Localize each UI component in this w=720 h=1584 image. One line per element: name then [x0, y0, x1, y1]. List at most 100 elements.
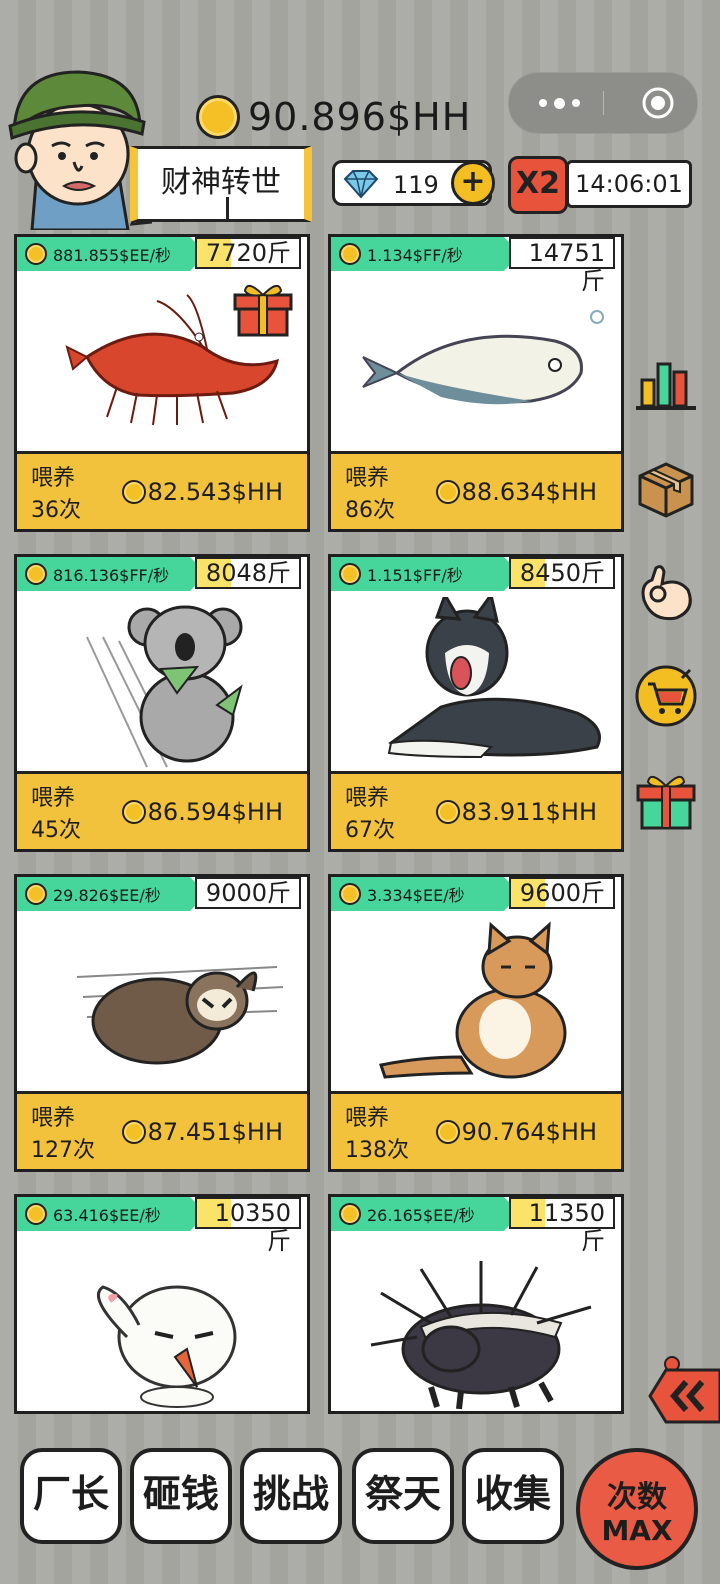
coin-icon: [339, 563, 361, 585]
coin-icon: [121, 800, 146, 824]
feed-label: 喂养: [31, 786, 76, 811]
feed-price: 88.634$HH: [435, 478, 597, 506]
diamond-icon: [343, 170, 379, 199]
max-count-label: 次数: [607, 1480, 667, 1515]
gem-counter: 119 +: [332, 160, 495, 206]
coin-icon: [435, 1120, 460, 1144]
player-title[interactable]: 财神转世: [130, 146, 312, 222]
more-menu-button[interactable]: [539, 91, 589, 115]
feed-price-value: 86.594$HH: [147, 798, 283, 826]
nav-factory-button[interactable]: 厂长: [20, 1448, 122, 1544]
double-multiplier-badge[interactable]: X2: [508, 156, 568, 214]
cart-icon[interactable]: [634, 664, 698, 728]
feed-count: 45次: [31, 818, 81, 843]
coin-icon: [25, 563, 47, 585]
income-rate: 816.136$FF/秒: [53, 566, 170, 585]
coin-balance: 90.896$HH: [196, 92, 471, 142]
coin-balance-value: 90.896$HH: [248, 95, 472, 139]
income-rate-tag: 26.165$EE/秒: [331, 1197, 521, 1231]
weight-label: 8450斤: [509, 557, 615, 589]
feed-price: 90.764$HH: [435, 1118, 597, 1146]
max-count-value: MAX: [601, 1514, 673, 1547]
income-rate: 63.416$EE/秒: [53, 1206, 161, 1225]
feed-price-value: 87.451$HH: [147, 1118, 283, 1146]
animal-card-sloth[interactable]: 29.826$EE/秒 9000斤 喂养 127次 87.451$HH: [14, 874, 310, 1172]
box-icon[interactable]: [634, 456, 698, 520]
player-title-text: 财神转世: [161, 165, 281, 200]
multiplier-timer: 14:06:01: [566, 160, 692, 208]
gem-count: 119: [393, 171, 439, 199]
income-rate: 881.855$EE/秒: [53, 246, 171, 265]
husky-illustration: [387, 597, 601, 759]
feed-label: 喂养: [31, 1106, 76, 1131]
nav-smash-money-button[interactable]: 砸钱: [130, 1448, 232, 1544]
chart-icon[interactable]: [634, 350, 698, 414]
add-gems-button[interactable]: +: [451, 161, 495, 205]
nav-collect-button[interactable]: 收集: [462, 1448, 564, 1544]
animal-card-fish[interactable]: 1.134$FF/秒 14751斤 喂养 86次 88.634$HH: [328, 234, 624, 532]
honey-badger-illustration: [370, 1261, 592, 1409]
fish-illustration: [362, 310, 604, 405]
ok-hand-icon[interactable]: [634, 560, 698, 624]
income-rate-tag: 816.136$FF/秒: [17, 557, 207, 591]
feed-price: 82.543$HH: [121, 478, 283, 506]
feed-price-value: 90.764$HH: [461, 1118, 597, 1146]
title-cursor: [226, 197, 229, 219]
coin-icon: [25, 1203, 47, 1225]
feed-label: 喂养: [345, 786, 390, 811]
income-rate-tag: 881.855$EE/秒: [17, 237, 207, 271]
capsule-divider: [603, 91, 604, 115]
feed-button[interactable]: 喂养 45次 86.594$HH: [17, 771, 307, 849]
coin-icon: [435, 480, 460, 504]
gift-icon[interactable]: [233, 279, 293, 339]
feed-label: 喂养: [345, 466, 390, 491]
collapse-panel-icon[interactable]: [646, 1356, 720, 1426]
feed-label: 喂养: [345, 1106, 390, 1131]
income-rate-tag: 1.134$FF/秒: [331, 237, 521, 271]
income-rate: 1.134$FF/秒: [367, 246, 463, 265]
weight-label: 11350斤: [509, 1197, 615, 1255]
feed-count: 138次: [345, 1138, 409, 1163]
weight-label: 8048斤: [195, 557, 301, 589]
feed-count: 67次: [345, 818, 395, 843]
income-rate-tag: 1.151$FF/秒: [331, 557, 521, 591]
income-rate-tag: 29.826$EE/秒: [17, 877, 207, 911]
animal-card-koala[interactable]: 816.136$FF/秒 8048斤 喂养 45次 86.594$HH: [14, 554, 310, 852]
feed-count: 86次: [345, 498, 395, 523]
coin-icon: [25, 243, 47, 265]
feed-button[interactable]: 喂养 36次 82.543$HH: [17, 451, 307, 529]
income-rate-tag: 63.416$EE/秒: [17, 1197, 207, 1231]
feed-button[interactable]: 喂养 67次 83.911$HH: [331, 771, 621, 849]
rabbit-illustration: [97, 1285, 237, 1408]
nav-worship-button[interactable]: 祭天: [352, 1448, 454, 1544]
max-count-button[interactable]: 次数 MAX: [576, 1448, 698, 1570]
close-target-icon[interactable]: [641, 86, 675, 120]
income-rate: 1.151$FF/秒: [367, 566, 463, 585]
feed-price-value: 88.634$HH: [461, 478, 597, 506]
coin-icon: [339, 883, 361, 905]
feed-price: 86.594$HH: [121, 798, 283, 826]
animal-card-shrimp[interactable]: 881.855$EE/秒 7720斤 喂养 36次 82.543$HH: [14, 234, 310, 532]
feed-price: 87.451$HH: [121, 1118, 283, 1146]
feed-button[interactable]: 喂养 138次 90.764$HH: [331, 1091, 621, 1169]
feed-button[interactable]: 喂养 86次 88.634$HH: [331, 451, 621, 529]
animal-card-rabbit[interactable]: 63.416$EE/秒 10350斤: [14, 1194, 310, 1414]
coin-icon: [121, 480, 146, 504]
weight-label: 10350斤: [195, 1197, 301, 1255]
weight-label: 9600斤: [509, 877, 615, 909]
income-rate: 26.165$EE/秒: [367, 1206, 475, 1225]
feed-price: 83.911$HH: [435, 798, 597, 826]
feed-count: 127次: [31, 1138, 95, 1163]
gift-box-icon[interactable]: [634, 770, 698, 834]
animal-card-cat[interactable]: 3.334$EE/秒 9600斤 喂养 138次 90.764$HH: [328, 874, 624, 1172]
weight-label: 9000斤: [195, 877, 301, 909]
nav-challenge-button[interactable]: 挑战: [240, 1448, 342, 1544]
animal-card-husky[interactable]: 1.151$FF/秒 8450斤 喂养 67次 83.911$HH: [328, 554, 624, 852]
cat-illustration: [379, 921, 567, 1079]
animal-card-honey-badger[interactable]: 26.165$EE/秒 11350斤: [328, 1194, 624, 1414]
koala-illustration: [86, 605, 243, 768]
feed-label: 喂养: [31, 466, 76, 491]
income-rate: 3.334$EE/秒: [367, 886, 465, 905]
feed-price-value: 82.543$HH: [147, 478, 283, 506]
feed-button[interactable]: 喂养 127次 87.451$HH: [17, 1091, 307, 1169]
